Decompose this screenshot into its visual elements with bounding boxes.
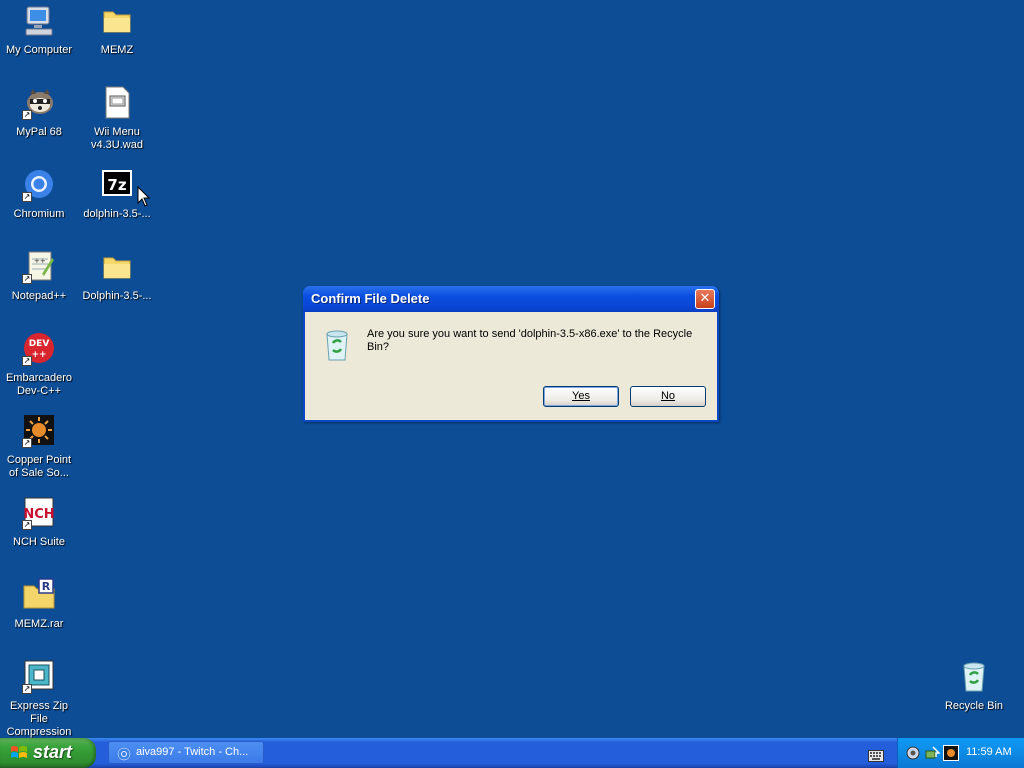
express-zip-icon: ↗ bbox=[22, 660, 56, 694]
desktop-icon-label: Notepad++ bbox=[11, 290, 67, 302]
desktop-icon-label: dolphin-3.5-... bbox=[83, 208, 151, 220]
desktop-icon-nch-suite[interactable]: NCH ↗ NCH Suite bbox=[0, 496, 78, 549]
taskbar-button-chromium[interactable]: aiva997 - Twitch - Ch... bbox=[108, 741, 264, 764]
desktop-icon-express-zip[interactable]: ↗ Express Zip File Compression bbox=[0, 660, 78, 739]
chromium-icon: ↗ bbox=[22, 168, 56, 202]
desktop-icon-dev-cpp[interactable]: DEV ++ ↗ Embarcadero Dev-C++ bbox=[0, 332, 78, 398]
start-label: start bbox=[33, 742, 73, 762]
desktop: My Computer ↗ MyPal 68 ↗ Chromium ++ ↗ N… bbox=[0, 0, 1024, 738]
svg-text:R: R bbox=[42, 580, 51, 593]
desktop-icon-label: Chromium bbox=[13, 208, 65, 220]
desktop-icon-label: Recycle Bin bbox=[944, 700, 1004, 712]
dialog-title: Confirm File Delete bbox=[311, 291, 430, 306]
recycle-bin-icon bbox=[321, 328, 353, 362]
desktop-icon-label: Copper Point of Sale So... bbox=[6, 454, 72, 479]
svg-text:++: ++ bbox=[31, 350, 46, 360]
desktop-icon-chromium[interactable]: ↗ Chromium bbox=[0, 168, 78, 221]
taskbar-button-label: aiva997 - Twitch - Ch... bbox=[136, 746, 249, 758]
desktop-icon-label: NCH Suite bbox=[13, 536, 65, 548]
desktop-icon-my-computer[interactable]: My Computer bbox=[0, 4, 78, 57]
yes-button-label: Yes bbox=[572, 390, 590, 402]
wad-file-icon bbox=[100, 86, 134, 120]
no-button[interactable]: No bbox=[630, 386, 706, 407]
chromium-icon bbox=[117, 746, 131, 761]
shortcut-arrow-icon: ↗ bbox=[22, 110, 32, 120]
desktop-icon-recycle-bin[interactable]: Recycle Bin bbox=[935, 660, 1013, 713]
desktop-icon-label: MEMZ bbox=[100, 44, 134, 56]
desktop-icon-label: My Computer bbox=[5, 44, 73, 56]
desktop-icon-copper-point[interactable]: ↗ Copper Point of Sale So... bbox=[0, 414, 78, 480]
rar-archive-icon: R bbox=[22, 578, 56, 612]
desktop-icon-mypal[interactable]: ↗ MyPal 68 bbox=[0, 86, 78, 139]
shortcut-arrow-icon: ↗ bbox=[22, 356, 32, 366]
my-computer-icon bbox=[22, 4, 56, 38]
desktop-icon-dolphin-folder[interactable]: Dolphin-3.5-... bbox=[78, 250, 156, 303]
7z-archive-icon: 7z bbox=[100, 168, 134, 202]
svg-text:7z: 7z bbox=[107, 176, 126, 194]
dialog-message: Are you sure you want to send 'dolphin-3… bbox=[367, 328, 693, 353]
copper-point-tray-icon[interactable] bbox=[943, 745, 959, 761]
windows-flag-icon bbox=[10, 745, 28, 761]
recycle-bin-icon bbox=[957, 660, 991, 694]
shortcut-arrow-icon: ↗ bbox=[22, 274, 32, 284]
mypal-raccoon-icon: ↗ bbox=[22, 86, 56, 120]
dialog-titlebar[interactable]: Confirm File Delete ✕ bbox=[303, 286, 719, 312]
no-button-label: No bbox=[660, 390, 676, 402]
desktop-icon-label: Express Zip File Compression bbox=[6, 700, 72, 738]
desktop-icon-label: Embarcadero Dev-C++ bbox=[5, 372, 73, 397]
notepad-plus-plus-icon: ++ ↗ bbox=[22, 250, 56, 284]
start-button[interactable]: start bbox=[0, 738, 96, 768]
network-icon[interactable] bbox=[905, 745, 921, 761]
nch-suite-icon: NCH ↗ bbox=[22, 496, 56, 530]
confirm-file-delete-dialog: Confirm File Delete ✕ Are you sure you w… bbox=[303, 286, 719, 422]
mouse-cursor-icon bbox=[137, 185, 151, 208]
svg-text:++: ++ bbox=[34, 257, 46, 265]
system-tray: 11:59 AM bbox=[897, 738, 1024, 768]
folder-icon bbox=[100, 4, 134, 38]
safely-remove-hardware-icon[interactable] bbox=[924, 745, 941, 761]
clock[interactable]: 11:59 AM bbox=[966, 746, 1012, 758]
desktop-icon-notepad-plus-plus[interactable]: ++ ↗ Notepad++ bbox=[0, 250, 78, 303]
desktop-icon-label: MEMZ.rar bbox=[14, 618, 64, 630]
yes-button[interactable]: Yes bbox=[543, 386, 619, 407]
dev-cpp-icon: DEV ++ ↗ bbox=[22, 332, 56, 366]
desktop-icon-label: Wii Menu v4.3U.wad bbox=[91, 126, 143, 151]
shortcut-arrow-icon: ↗ bbox=[22, 520, 32, 530]
dialog-body: Are you sure you want to send 'dolphin-3… bbox=[305, 312, 717, 418]
shortcut-arrow-icon: ↗ bbox=[22, 438, 32, 448]
svg-text:DEV: DEV bbox=[29, 339, 50, 349]
desktop-icon-memz-folder[interactable]: MEMZ bbox=[78, 4, 156, 57]
folder-icon bbox=[100, 250, 134, 284]
desktop-icon-label: MyPal 68 bbox=[16, 126, 62, 138]
copper-point-icon: ↗ bbox=[22, 414, 56, 448]
taskbar: start aiva997 - Twitch - Ch... 11:59 AM bbox=[0, 738, 1024, 768]
close-button[interactable]: ✕ bbox=[695, 289, 715, 309]
keyboard-icon[interactable] bbox=[868, 747, 884, 762]
desktop-icon-wii-menu-wad[interactable]: Wii Menu v4.3U.wad bbox=[78, 86, 156, 152]
desktop-icon-label: Dolphin-3.5-... bbox=[82, 290, 152, 302]
shortcut-arrow-icon: ↗ bbox=[22, 684, 32, 694]
desktop-icon-memz-rar[interactable]: R MEMZ.rar bbox=[0, 578, 78, 631]
shortcut-arrow-icon: ↗ bbox=[22, 192, 32, 202]
